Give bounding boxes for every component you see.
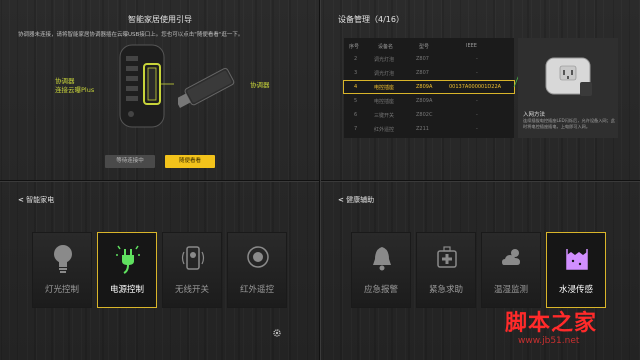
dongle-label: 协调器 bbox=[250, 81, 270, 89]
tile-ir-remote[interactable]: 红外遥控 bbox=[227, 232, 287, 308]
health-assist-header[interactable]: < 健康辅助 bbox=[338, 195, 374, 205]
tile-temp-humidity[interactable]: 温湿监测 bbox=[481, 232, 541, 308]
first-aid-icon bbox=[437, 246, 457, 268]
guide-message: 协调器未连接，请将智能家居协调器插在云曝USB接口上。您也可以点击"随便看看"逛… bbox=[18, 32, 244, 38]
tile-emergency-help[interactable]: 紧急求助 bbox=[416, 232, 476, 308]
tile-power-control[interactable]: 电源控制 bbox=[97, 232, 157, 308]
table-row[interactable]: 3 调光灯泡 Z807 - bbox=[344, 67, 514, 79]
row-name: 电控插座 bbox=[374, 99, 395, 105]
wait-connecting-button[interactable]: 等待连接中 bbox=[105, 155, 155, 168]
device-manager-title: 设备管理（4/16） bbox=[338, 15, 404, 24]
row-no: 4 bbox=[354, 84, 358, 90]
guide-title: 智能家居使用引导 bbox=[128, 15, 192, 24]
horizontal-divider bbox=[0, 180, 640, 181]
wireless-switch-icon bbox=[181, 246, 205, 270]
hub-label-line1: 协调器 bbox=[55, 77, 75, 85]
row-no: 2 bbox=[354, 56, 358, 62]
bulb-icon bbox=[54, 245, 72, 273]
back-chevron-icon[interactable]: < bbox=[18, 196, 24, 204]
row-ieee: - bbox=[476, 70, 478, 76]
tile-label: 红外遥控 bbox=[239, 285, 274, 295]
back-chevron-icon[interactable]: < bbox=[338, 196, 344, 204]
detail-title: 入网方法 bbox=[523, 112, 546, 118]
tile-label: 紧急求助 bbox=[428, 285, 463, 295]
column-header: 设备名 bbox=[378, 44, 394, 50]
row-ieee: - bbox=[476, 126, 478, 132]
column-header: 序号 bbox=[349, 44, 360, 50]
tile-label: 应急报警 bbox=[363, 285, 398, 295]
ir-remote-icon bbox=[247, 246, 269, 268]
tile-water-sensor[interactable]: 水浸传感 bbox=[546, 232, 606, 308]
row-name: 调光灯泡 bbox=[374, 57, 395, 63]
alarm-bell-icon bbox=[373, 247, 391, 271]
row-no: 6 bbox=[354, 112, 358, 118]
table-row[interactable]: 5 电控插座 Z809A - bbox=[344, 95, 514, 107]
table-header: 序号 设备名 型号 IEEE bbox=[344, 40, 514, 52]
table-row[interactable]: 2 调光灯泡 Z807 - bbox=[344, 53, 514, 65]
plug-icon bbox=[116, 245, 140, 274]
row-ieee: - bbox=[476, 98, 478, 104]
watermark-url: www.jb51.net bbox=[518, 336, 580, 346]
row-ieee: - bbox=[476, 112, 478, 118]
column-header: IEEE bbox=[466, 43, 477, 49]
row-name: 红外遥控 bbox=[374, 127, 395, 133]
section-title: 智能家电 bbox=[26, 196, 55, 204]
dongle-illustration bbox=[178, 67, 235, 108]
weather-icon bbox=[502, 249, 520, 265]
water-sensor-icon bbox=[566, 249, 588, 270]
row-no: 5 bbox=[354, 98, 358, 104]
column-header: 型号 bbox=[419, 44, 430, 50]
row-name: 电控插座 bbox=[374, 85, 395, 91]
tile-label: 温湿监测 bbox=[493, 285, 528, 295]
table-row[interactable]: 6 三键开关 Z802C - bbox=[344, 109, 514, 121]
browse-button[interactable]: 随便看看 bbox=[165, 155, 215, 168]
detail-description: 连续插拔电控插座LED闪烁后，允许设备入网；此时将电控插座插电，上电即可入网。 bbox=[523, 118, 615, 129]
row-name: 调光灯泡 bbox=[374, 71, 395, 77]
tile-emergency-alarm[interactable]: 应急报警 bbox=[351, 232, 411, 308]
row-model: Z809A bbox=[416, 84, 433, 90]
watermark-text: 脚本之家 bbox=[505, 310, 598, 336]
socket-illustration bbox=[545, 57, 592, 96]
tile-label: 灯光控制 bbox=[44, 285, 79, 295]
vertical-divider bbox=[319, 0, 320, 360]
row-ieee: - bbox=[476, 56, 478, 62]
section-title: 健康辅助 bbox=[346, 196, 375, 204]
row-name: 三键开关 bbox=[374, 113, 395, 119]
table-row-selected[interactable]: 4 电控插座 Z809A 00137A000001D22A bbox=[343, 80, 515, 94]
row-ieee: 00137A000001D22A bbox=[449, 84, 502, 90]
tile-light-control[interactable]: 灯光控制 bbox=[32, 232, 92, 308]
row-no: 7 bbox=[354, 126, 358, 132]
hub-label-line2: 连接云曝Plus bbox=[55, 86, 95, 94]
row-model: Z211 bbox=[416, 126, 429, 132]
tile-wireless-switch[interactable]: 无线开关 bbox=[162, 232, 222, 308]
settings-gear-icon[interactable] bbox=[272, 328, 282, 338]
table-row[interactable]: 7 红外遥控 Z211 - bbox=[344, 123, 514, 135]
row-model: Z802C bbox=[416, 112, 433, 118]
row-no: 3 bbox=[354, 70, 358, 76]
smart-appliance-header[interactable]: < 智能家电 bbox=[18, 195, 54, 205]
tile-label: 电源控制 bbox=[109, 285, 144, 295]
row-model: Z807 bbox=[416, 70, 429, 76]
row-model: Z809A bbox=[416, 98, 433, 104]
hub-illustration bbox=[119, 44, 174, 128]
row-model: Z807 bbox=[416, 56, 429, 62]
tile-label: 水浸传感 bbox=[558, 285, 593, 295]
tile-label: 无线开关 bbox=[174, 285, 209, 295]
device-table: 序号 设备名 型号 IEEE 2 调光灯泡 Z807 - 3 调光灯泡 Z807… bbox=[343, 38, 515, 138]
